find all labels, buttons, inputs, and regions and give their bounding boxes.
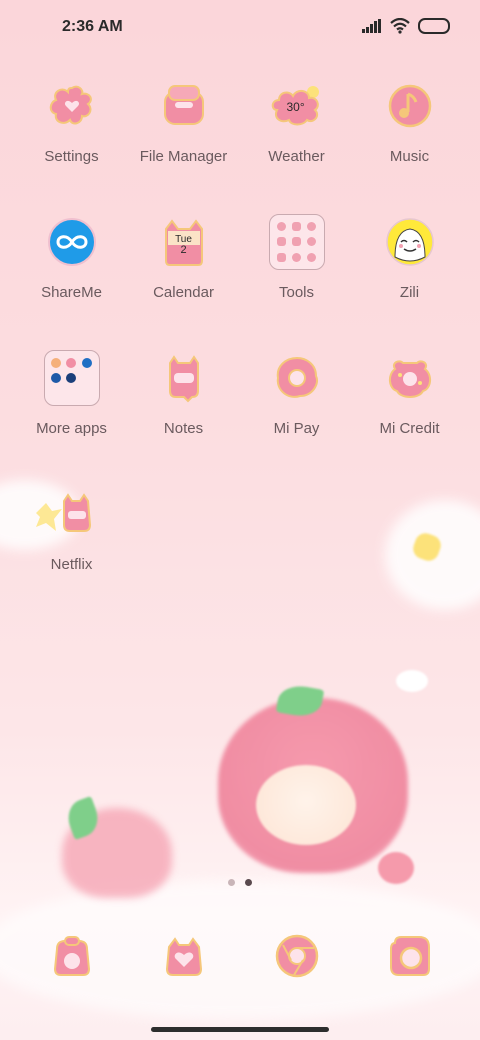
heart-icon [156,928,212,984]
flower-heart-icon [44,78,100,134]
dock-browser[interactable] [240,928,353,984]
app-label: Zili [399,284,420,301]
ghost-icon [156,350,212,406]
donut-icon [269,350,325,406]
app-mi-credit[interactable]: Mi Credit [353,350,466,437]
app-more-apps-folder[interactable]: More apps [15,350,128,437]
app-label: Tools [278,284,315,301]
candy-icon [382,350,438,406]
app-netflix[interactable]: Netflix [15,486,128,573]
infinity-icon [44,214,100,270]
wifi-icon [390,18,410,34]
app-label: Notes [163,420,204,437]
app-file-manager[interactable]: File Manager [127,78,240,165]
dock-messages[interactable] [127,928,240,984]
page-dot[interactable] [228,879,235,886]
app-mi-pay[interactable]: Mi Pay [240,350,353,437]
app-weather[interactable]: 30° Weather [240,78,353,165]
camera-icon [382,928,438,984]
dock-phone[interactable] [15,928,128,984]
app-label: More apps [36,420,107,437]
weather-cloud-icon: 30° [269,78,325,134]
bee-icon [23,486,113,542]
browser-icon [269,928,325,984]
bag-icon [156,78,212,134]
phone-icon [44,928,100,984]
app-label: Calendar [153,284,214,301]
app-label: Music [389,148,430,165]
app-tools-folder[interactable]: Tools [240,214,353,301]
calendar-date: 2 [180,244,187,256]
clock: 2:36 AM [62,18,123,35]
signal-icon [362,19,381,33]
app-label: Settings [44,148,99,165]
app-music[interactable]: Music [353,78,466,165]
music-note-icon [382,78,438,134]
folder-icon [43,350,100,406]
battery-icon [418,18,450,34]
page-indicator [0,879,480,886]
folder-icon [268,214,325,270]
page-dot-active[interactable] [245,879,252,886]
app-settings[interactable]: Settings [15,78,128,165]
app-label: File Manager [139,148,228,165]
status-bar: 2:36 AM [0,0,480,56]
app-label: Mi Credit [379,420,440,437]
home-indicator[interactable] [151,1027,329,1032]
dock-camera[interactable] [353,928,466,984]
calendar-icon: Tue 2 [156,214,212,270]
app-label: Netflix [50,556,93,573]
app-label: ShareMe [41,284,102,301]
app-shareme[interactable]: ShareMe [15,214,128,301]
app-notes[interactable]: Notes [127,350,240,437]
app-zili[interactable]: Zili [353,214,466,301]
app-calendar[interactable]: Tue 2 Calendar [127,214,240,301]
weather-temperature: 30° [286,100,305,114]
app-label: Weather [268,148,325,165]
app-label: Mi Pay [273,420,320,437]
smiley-face-icon [382,214,438,270]
